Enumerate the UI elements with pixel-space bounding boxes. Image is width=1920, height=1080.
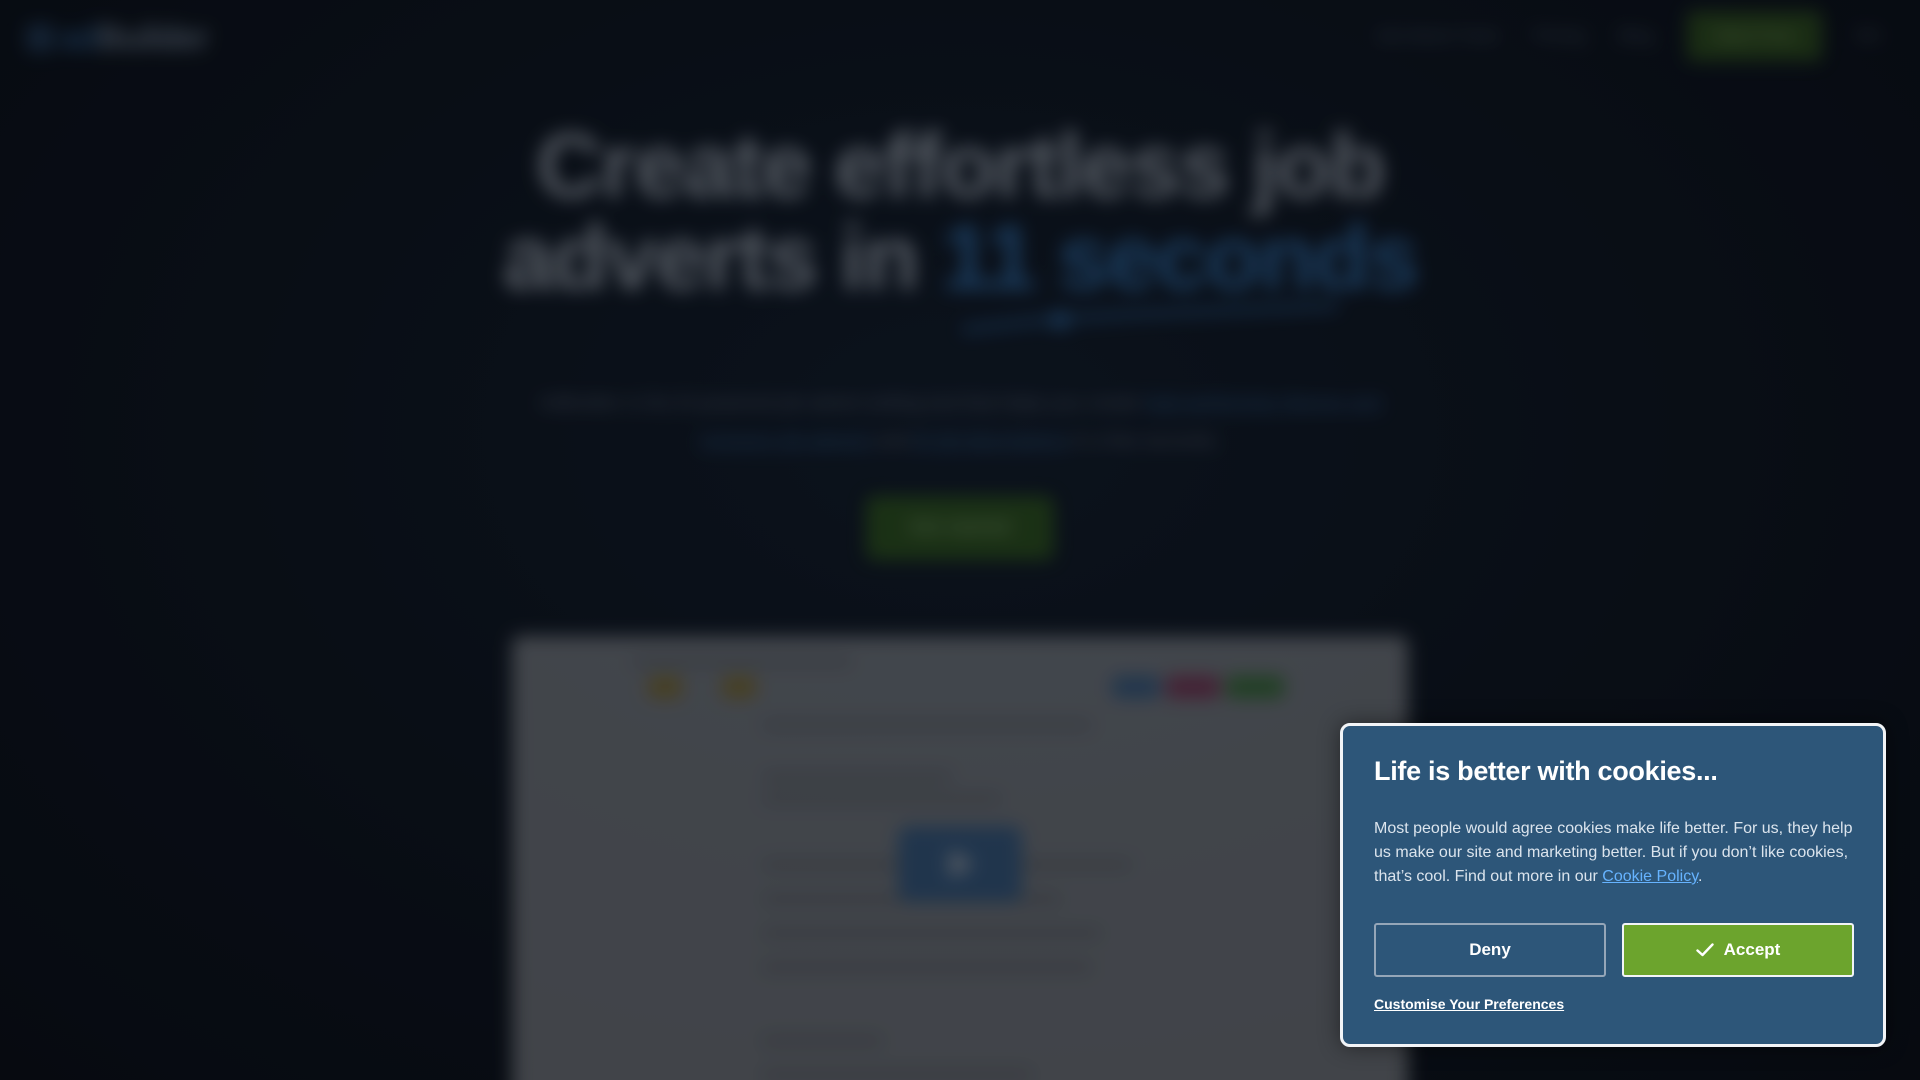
checkmark-icon bbox=[1695, 943, 1714, 957]
cookie-consent-dialog: Life is better with cookies... Most peop… bbox=[1340, 723, 1886, 1047]
cookie-dialog-body: Most people would agree cookies make lif… bbox=[1374, 820, 1853, 885]
cookie-policy-link[interactable]: Cookie Policy bbox=[1602, 868, 1698, 885]
customise-preferences-link[interactable]: Customise Your Preferences bbox=[1374, 996, 1564, 1012]
accept-button[interactable]: Accept bbox=[1622, 923, 1854, 977]
cookie-dialog-title: Life is better with cookies... bbox=[1374, 756, 1718, 786]
deny-button-label: Deny bbox=[1469, 940, 1511, 959]
deny-button[interactable]: Deny bbox=[1374, 923, 1606, 977]
accept-button-label: Accept bbox=[1723, 940, 1781, 959]
page: adBuilder Job Advert Tools Pricing Blog … bbox=[0, 0, 1920, 1080]
